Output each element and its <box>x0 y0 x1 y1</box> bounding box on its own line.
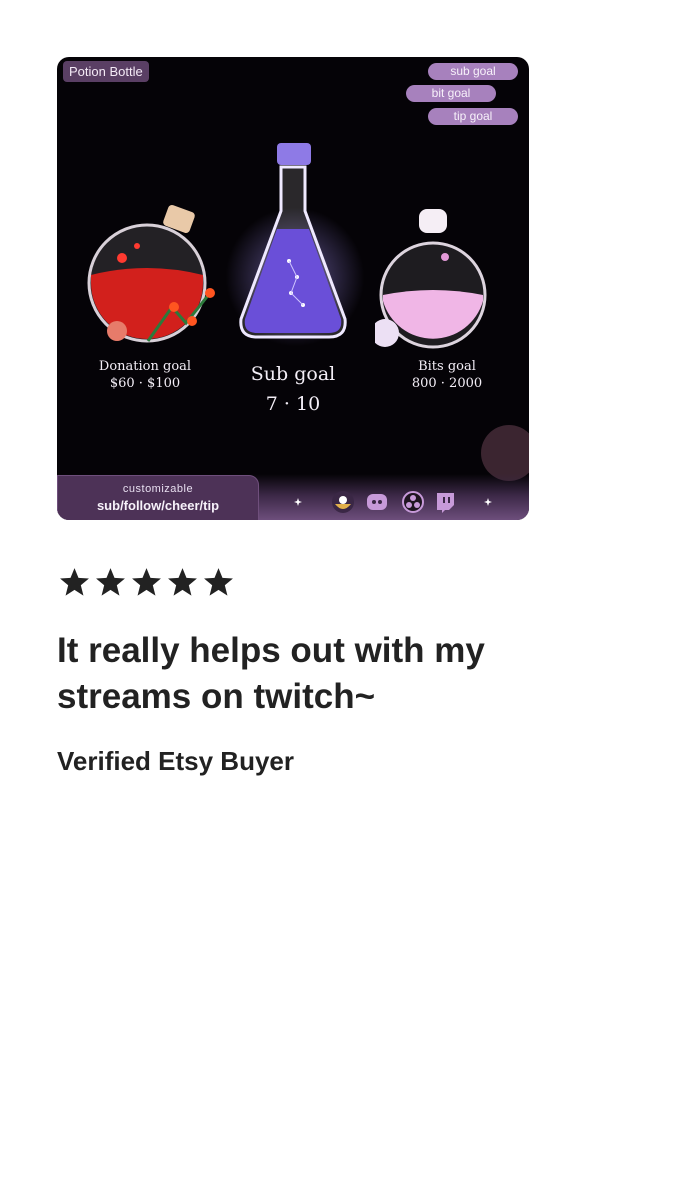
star-icon <box>96 568 125 596</box>
review-author: Verified Etsy Buyer <box>57 746 294 776</box>
star-icon <box>60 568 89 596</box>
sub-goal-title: Sub goal <box>250 363 336 385</box>
bits-goal-title: Bits goal <box>418 359 476 374</box>
donation-goal-label: Donation goal $60 · $100 <box>75 359 215 391</box>
star-icon <box>132 568 161 596</box>
sub-goal-pill: sub goal <box>428 63 518 80</box>
donation-goal-value: $60 · $100 <box>109 376 181 391</box>
customizable-box: customizable sub/follow/cheer/tip <box>57 475 259 520</box>
bits-potion-bottle <box>375 209 487 349</box>
donation-goal-title: Donation goal <box>98 359 192 374</box>
bit-goal-pill: bit goal <box>406 85 496 102</box>
image-tag-title: Potion Bottle <box>63 61 149 82</box>
star-icon <box>168 568 197 596</box>
sub-potion-flask <box>239 143 347 339</box>
decorative-orb <box>481 425 529 481</box>
star-icon <box>204 568 233 596</box>
tip-goal-pill: tip goal <box>428 108 518 125</box>
sparkle-icon <box>484 498 492 506</box>
sub-goal-value: 7 · 10 <box>265 393 321 415</box>
bits-goal-label: Bits goal 800 · 2000 <box>387 359 507 391</box>
platform-icons <box>293 490 503 514</box>
twitch-icon <box>437 493 454 513</box>
star-rating <box>58 566 238 600</box>
discord-icon <box>367 494 387 510</box>
obs-icon <box>402 491 424 513</box>
product-image[interactable]: Potion Bottle sub goal bit goal tip goal <box>57 57 529 520</box>
donation-potion-bottle <box>87 205 215 343</box>
sub-goal-label: Sub goal 7 · 10 <box>233 363 353 415</box>
sparkle-icon <box>294 498 302 506</box>
bits-goal-value: 800 · 2000 <box>411 376 483 391</box>
customizable-caption: customizable <box>122 483 194 495</box>
streamlabs-icon <box>332 491 354 513</box>
customizable-events: sub/follow/cheer/tip <box>96 498 220 513</box>
review-text: It really helps out with my streams on t… <box>57 631 485 716</box>
